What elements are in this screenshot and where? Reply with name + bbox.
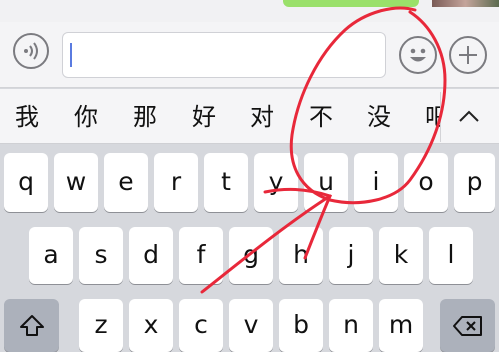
backspace-icon — [452, 315, 482, 336]
key-m[interactable]: m — [379, 299, 423, 352]
key-v[interactable]: v — [229, 299, 273, 352]
expand-candidates-button[interactable] — [456, 106, 482, 128]
key-n[interactable]: n — [329, 299, 373, 352]
key-a[interactable]: a — [29, 227, 73, 284]
plus-icon — [459, 46, 477, 64]
voice-button[interactable] — [13, 33, 49, 69]
shift-icon — [19, 314, 44, 336]
emoji-button[interactable] — [399, 36, 437, 74]
key-b[interactable]: b — [279, 299, 323, 352]
chevron-up-icon — [459, 110, 479, 122]
message-input[interactable] — [62, 32, 386, 78]
candidate-divider — [440, 92, 441, 142]
candidate-word[interactable]: 吧 — [425, 102, 440, 132]
key-h[interactable]: h — [279, 227, 323, 284]
delete-key[interactable] — [440, 299, 495, 352]
key-q[interactable]: q — [4, 153, 48, 212]
candidate-word[interactable]: 那 — [133, 102, 157, 132]
key-x[interactable]: x — [129, 299, 173, 352]
shift-key[interactable] — [4, 299, 59, 352]
key-y[interactable]: y — [254, 153, 298, 212]
smiley-icon — [410, 48, 426, 62]
chat-thumbnail[interactable] — [432, 0, 499, 7]
key-e[interactable]: e — [104, 153, 148, 212]
candidate-word[interactable]: 好 — [192, 102, 216, 132]
plus-button[interactable] — [449, 36, 487, 74]
key-c[interactable]: c — [179, 299, 223, 352]
chat-bubble[interactable] — [283, 0, 419, 7]
chat-area — [0, 0, 499, 22]
key-p[interactable]: p — [454, 153, 495, 212]
candidate-word[interactable]: 对 — [250, 102, 274, 132]
key-g[interactable]: g — [229, 227, 273, 284]
text-caret — [70, 43, 72, 67]
candidate-word[interactable]: 你 — [74, 102, 98, 132]
key-k[interactable]: k — [379, 227, 423, 284]
key-o[interactable]: o — [404, 153, 448, 212]
key-r[interactable]: r — [154, 153, 198, 212]
key-z[interactable]: z — [79, 299, 123, 352]
key-l[interactable]: l — [429, 227, 473, 284]
candidate-word[interactable]: 我 — [15, 102, 39, 132]
candidate-word[interactable]: 没 — [367, 102, 391, 132]
key-j[interactable]: j — [329, 227, 373, 284]
key-s[interactable]: s — [79, 227, 123, 284]
key-t[interactable]: t — [204, 153, 248, 212]
key-i[interactable]: i — [354, 153, 398, 212]
candidate-word[interactable]: 不 — [309, 102, 333, 132]
voice-icon — [24, 42, 38, 60]
key-w[interactable]: w — [54, 153, 98, 212]
key-f[interactable]: f — [179, 227, 223, 284]
key-u[interactable]: u — [304, 153, 348, 212]
key-d[interactable]: d — [129, 227, 173, 284]
